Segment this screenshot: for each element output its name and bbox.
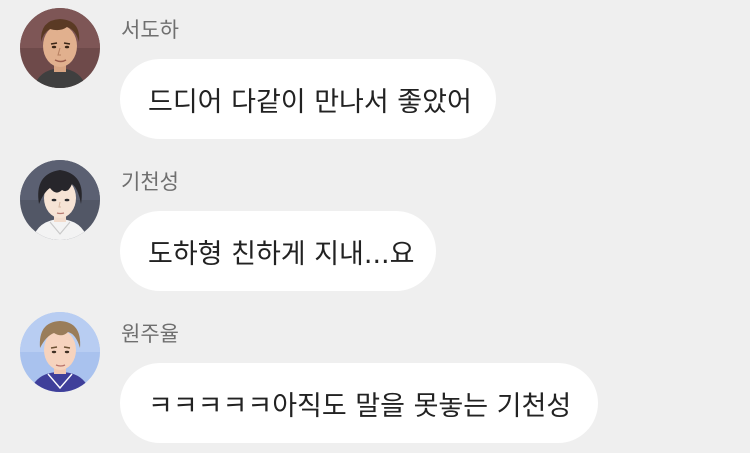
chat-message: 기천성 도하형 친하게 지내...요 (0, 160, 750, 300)
chat-message: 원주율 ㅋㅋㅋㅋㅋ아직도 말을 못놓는 기천성 (0, 312, 750, 452)
message-text: 도하형 친하게 지내...요 (148, 238, 415, 270)
message-text: 드디어 다같이 만나서 좋았어 (148, 86, 472, 118)
sender-name: 기천성 (121, 170, 179, 194)
sender-name: 서도하 (121, 18, 179, 42)
man-light-hair-avatar-icon[interactable] (20, 312, 100, 392)
chat-message: 서도하 드디어 다같이 만나서 좋았어 (0, 8, 750, 148)
message-text: ㅋㅋㅋㅋㅋ아직도 말을 못놓는 기천성 (148, 390, 572, 422)
man-dark-hair-avatar-icon[interactable] (20, 160, 100, 240)
message-bubble[interactable]: ㅋㅋㅋㅋㅋ아직도 말을 못놓는 기천성 (120, 363, 598, 443)
message-bubble[interactable]: 드디어 다같이 만나서 좋았어 (120, 59, 496, 139)
message-bubble[interactable]: 도하형 친하게 지내...요 (120, 211, 436, 291)
man-brown-hair-avatar-icon[interactable] (20, 8, 100, 88)
sender-name: 원주율 (121, 322, 179, 346)
chat-thread: 서도하 드디어 다같이 만나서 좋았어 기천성 도하형 친하게 지내...요 원… (0, 0, 750, 453)
